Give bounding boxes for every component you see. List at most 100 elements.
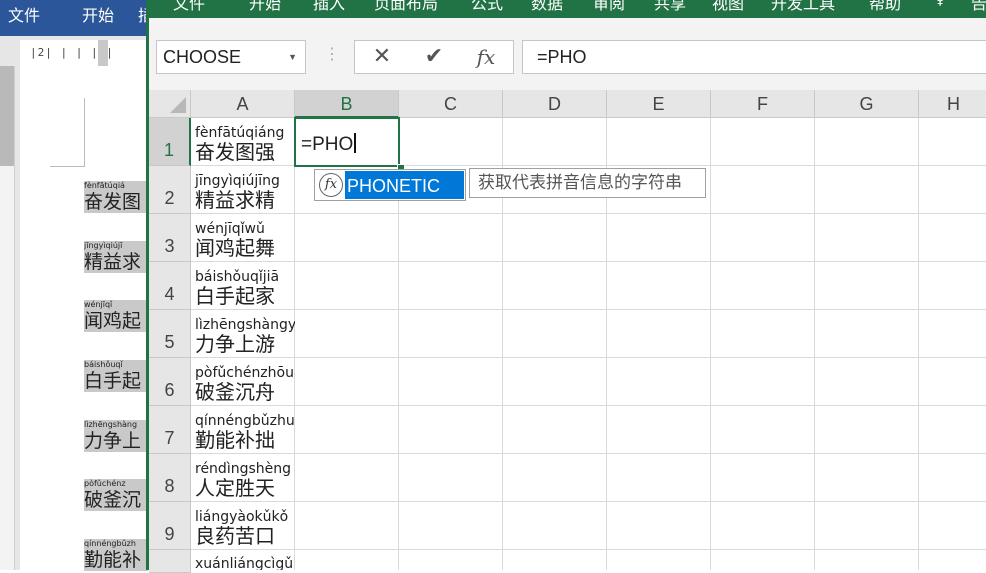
- name-box[interactable]: CHOOSE ▼: [156, 40, 306, 74]
- cell-edit-text: =PHO: [301, 133, 357, 156]
- word-tab-home[interactable]: 开始: [82, 2, 114, 26]
- row-header-7[interactable]: 7: [149, 406, 191, 454]
- word-entry[interactable]: báishǒuqǐ 白手起: [84, 360, 148, 392]
- cell-hanzi: 破釜沉舟: [195, 380, 275, 404]
- cell-a8[interactable]: réndìngshèng 人定胜天: [192, 454, 295, 501]
- cell-a10[interactable]: xuánliángcìgǔ: [192, 550, 295, 570]
- cell-a5[interactable]: lìzhēngshàngy 力争上游: [192, 310, 295, 357]
- word-entry-pinyin: lìzhēngshàng: [84, 420, 148, 430]
- text-cursor: [354, 133, 357, 153]
- word-entry-hanzi: 破釜沉: [84, 489, 148, 511]
- cell-hanzi: 白手起家: [195, 284, 275, 308]
- row-header-2[interactable]: 2: [149, 166, 191, 214]
- column-header-g[interactable]: G: [815, 90, 919, 118]
- cell-pinyin: báishǒuqǐjiā: [195, 269, 280, 285]
- cell-a6[interactable]: pòfǔchénzhōu 破釜沉舟: [192, 358, 295, 405]
- formula-input[interactable]: =PHO: [522, 40, 986, 74]
- excel-tab-help[interactable]: 帮助: [869, 0, 901, 14]
- gridline: [710, 118, 711, 570]
- function-tooltip: 获取代表拼音信息的字符串: [469, 168, 706, 198]
- word-entry-hanzi: 奋发图: [84, 191, 148, 213]
- active-cell-b1[interactable]: =PHO: [294, 117, 400, 167]
- column-header-h[interactable]: H: [919, 90, 986, 118]
- cell-hanzi: 良药苦口: [195, 524, 275, 548]
- excel-tab-data[interactable]: 数据: [531, 0, 563, 14]
- cell-hanzi: 闻鸡起舞: [195, 236, 275, 260]
- name-box-value: CHOOSE: [163, 47, 242, 67]
- excel-tab-developer[interactable]: 开发工具: [771, 0, 835, 14]
- gridline: [814, 118, 815, 570]
- autocomplete-item-label: PHONETIC: [345, 171, 464, 199]
- excel-tab-review[interactable]: 审阅: [593, 0, 625, 14]
- indent-marker[interactable]: [98, 40, 108, 66]
- row-header-5[interactable]: 5: [149, 310, 191, 358]
- word-entry-pinyin: pòfǔchénz: [84, 479, 148, 489]
- formula-bar-area: CHOOSE ▼ ⋮ ✕ ✔ fx =PHO: [149, 18, 986, 90]
- cell-a2[interactable]: jīngyìqiújīng 精益求精: [192, 166, 295, 213]
- function-autocomplete-list: fx PHONETIC: [314, 169, 466, 201]
- excel-tab-view[interactable]: 视图: [712, 0, 744, 14]
- function-icon: fx: [319, 173, 343, 197]
- gridline: [191, 213, 986, 214]
- column-header-e[interactable]: E: [607, 90, 711, 118]
- cell-a7[interactable]: qínnéngbǔzhu 勤能补拙: [192, 406, 295, 453]
- gridline: [191, 309, 986, 310]
- cell-a9[interactable]: liángyàokǔkǒ 良药苦口: [192, 502, 295, 549]
- excel-window: 文件 开始 插入 页面布局 公式 数据 审阅 共享 视图 开发工具 帮助 ♀ 告…: [146, 0, 986, 573]
- word-entry-hanzi: 闻鸡起: [84, 310, 148, 332]
- word-entry-pinyin: báishǒuqǐ: [84, 360, 148, 370]
- word-entry-pinyin: qínnéngbǔzh: [84, 539, 148, 549]
- autocomplete-item-phonetic[interactable]: fx PHONETIC: [316, 171, 464, 199]
- row-header-1[interactable]: 1: [149, 118, 191, 166]
- row-header-9[interactable]: 9: [149, 502, 191, 550]
- word-entry[interactable]: wénjīqǐ 闻鸡起: [84, 300, 148, 332]
- cancel-icon[interactable]: ✕: [357, 41, 407, 73]
- column-header-f[interactable]: F: [711, 90, 815, 118]
- lightbulb-icon[interactable]: ♀: [935, 0, 945, 8]
- cell-a3[interactable]: wénjīqǐwǔ 闻鸡起舞: [192, 214, 295, 261]
- cell-a4[interactable]: báishǒuqǐjiā 白手起家: [192, 262, 295, 309]
- gridline: [918, 118, 919, 570]
- excel-tab-home[interactable]: 开始: [249, 0, 281, 14]
- cell-a1[interactable]: fènfātúqiáng 奋发图强: [192, 118, 295, 165]
- row-header-4[interactable]: 4: [149, 262, 191, 310]
- word-entry[interactable]: jīngyìqiújī 精益求: [84, 241, 148, 273]
- cell-edit-value: =PHO: [301, 134, 354, 155]
- column-header-c[interactable]: C: [399, 90, 503, 118]
- cell-pinyin: fènfātúqiáng: [195, 125, 285, 141]
- select-all-button[interactable]: [149, 90, 191, 118]
- column-header-b[interactable]: B: [295, 90, 399, 118]
- word-tab-file[interactable]: 文件: [8, 2, 40, 26]
- cell-hanzi: 奋发图强: [195, 140, 275, 164]
- cell-pinyin: pòfǔchénzhōu: [195, 365, 294, 381]
- excel-tab-share[interactable]: 共享: [654, 0, 686, 14]
- excel-tab-insert[interactable]: 插入: [313, 0, 345, 14]
- row-header-6[interactable]: 6: [149, 358, 191, 406]
- chevron-down-icon[interactable]: ▼: [288, 41, 297, 73]
- word-entry[interactable]: lìzhēngshàng 力争上: [84, 420, 148, 452]
- row-header-8[interactable]: 8: [149, 454, 191, 502]
- margin-corner-mark: [50, 98, 85, 167]
- insert-function-icon[interactable]: fx: [461, 41, 511, 73]
- word-horizontal-ruler[interactable]: |2| | | |2|: [20, 40, 148, 66]
- word-entry-pinyin: fènfātúqiá: [84, 181, 148, 191]
- gridline: [191, 549, 986, 550]
- ruler-shade: [0, 66, 14, 166]
- word-entry-hanzi: 精益求: [84, 251, 148, 273]
- word-entry[interactable]: pòfǔchénz 破釜沉: [84, 479, 148, 511]
- excel-tab-file[interactable]: 文件: [173, 0, 205, 14]
- column-header-a[interactable]: A: [191, 90, 295, 118]
- word-entry[interactable]: fènfātúqiá 奋发图: [84, 181, 148, 213]
- excel-tab-tell-me[interactable]: 告: [971, 0, 986, 14]
- cell-pinyin: jīngyìqiújīng: [195, 173, 280, 189]
- enter-check-icon[interactable]: ✔: [409, 41, 459, 73]
- excel-tab-page-layout[interactable]: 页面布局: [374, 0, 438, 14]
- word-entry-pinyin: jīngyìqiújī: [84, 241, 148, 251]
- word-entry[interactable]: qínnéngbǔzh 勤能补: [84, 539, 148, 571]
- word-vertical-ruler[interactable]: [0, 66, 15, 570]
- column-header-d[interactable]: D: [503, 90, 607, 118]
- word-entry-hanzi: 白手起: [84, 370, 148, 392]
- excel-tab-formulas[interactable]: 公式: [471, 0, 503, 14]
- row-header-3[interactable]: 3: [149, 214, 191, 262]
- cell-pinyin: réndìngshèng: [195, 461, 292, 477]
